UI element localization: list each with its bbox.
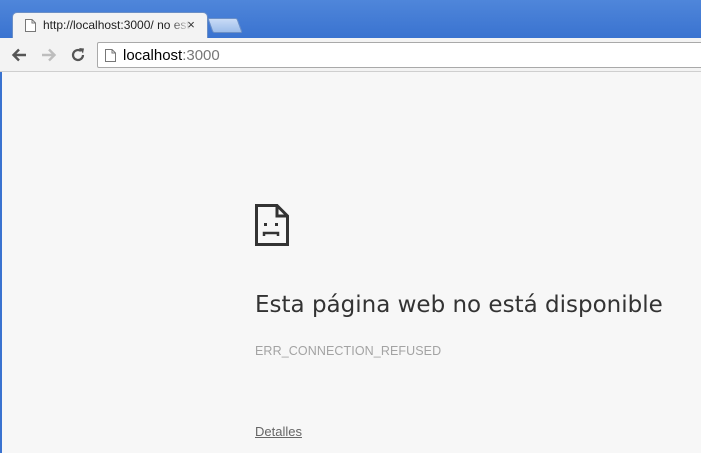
page-icon	[25, 19, 36, 32]
error-code: ERR_CONNECTION_REFUSED	[255, 344, 442, 358]
forward-arrow-icon	[42, 48, 57, 62]
back-arrow-icon	[11, 48, 26, 62]
tab-title: http://localhost:3000/ no está disponibl…	[43, 18, 191, 32]
tab-close-icon[interactable]: ×	[184, 18, 198, 32]
url-port: :3000	[182, 47, 220, 64]
reload-button[interactable]	[67, 45, 89, 65]
url-text[interactable]: localhost:3000	[123, 47, 220, 65]
tab-strip: http://localhost:3000/ no está disponibl…	[0, 0, 701, 38]
page-icon	[105, 49, 116, 62]
address-bar[interactable]: localhost:3000	[97, 42, 701, 68]
new-tab-button[interactable]	[207, 18, 243, 33]
reload-icon	[71, 48, 85, 62]
url-host: localhost	[123, 47, 183, 64]
browser-window: http://localhost:3000/ no está disponibl…	[0, 0, 701, 453]
forward-button[interactable]	[38, 45, 60, 65]
back-button[interactable]	[8, 45, 30, 65]
tab-active[interactable]: http://localhost:3000/ no está disponibl…	[12, 12, 208, 38]
error-heading: Esta página web no está disponible	[255, 292, 663, 318]
sad-page-icon	[255, 204, 289, 246]
details-link[interactable]: Detalles	[255, 424, 302, 439]
toolbar: localhost:3000	[0, 38, 701, 72]
error-page: Esta página web no está disponible ERR_C…	[0, 72, 701, 453]
